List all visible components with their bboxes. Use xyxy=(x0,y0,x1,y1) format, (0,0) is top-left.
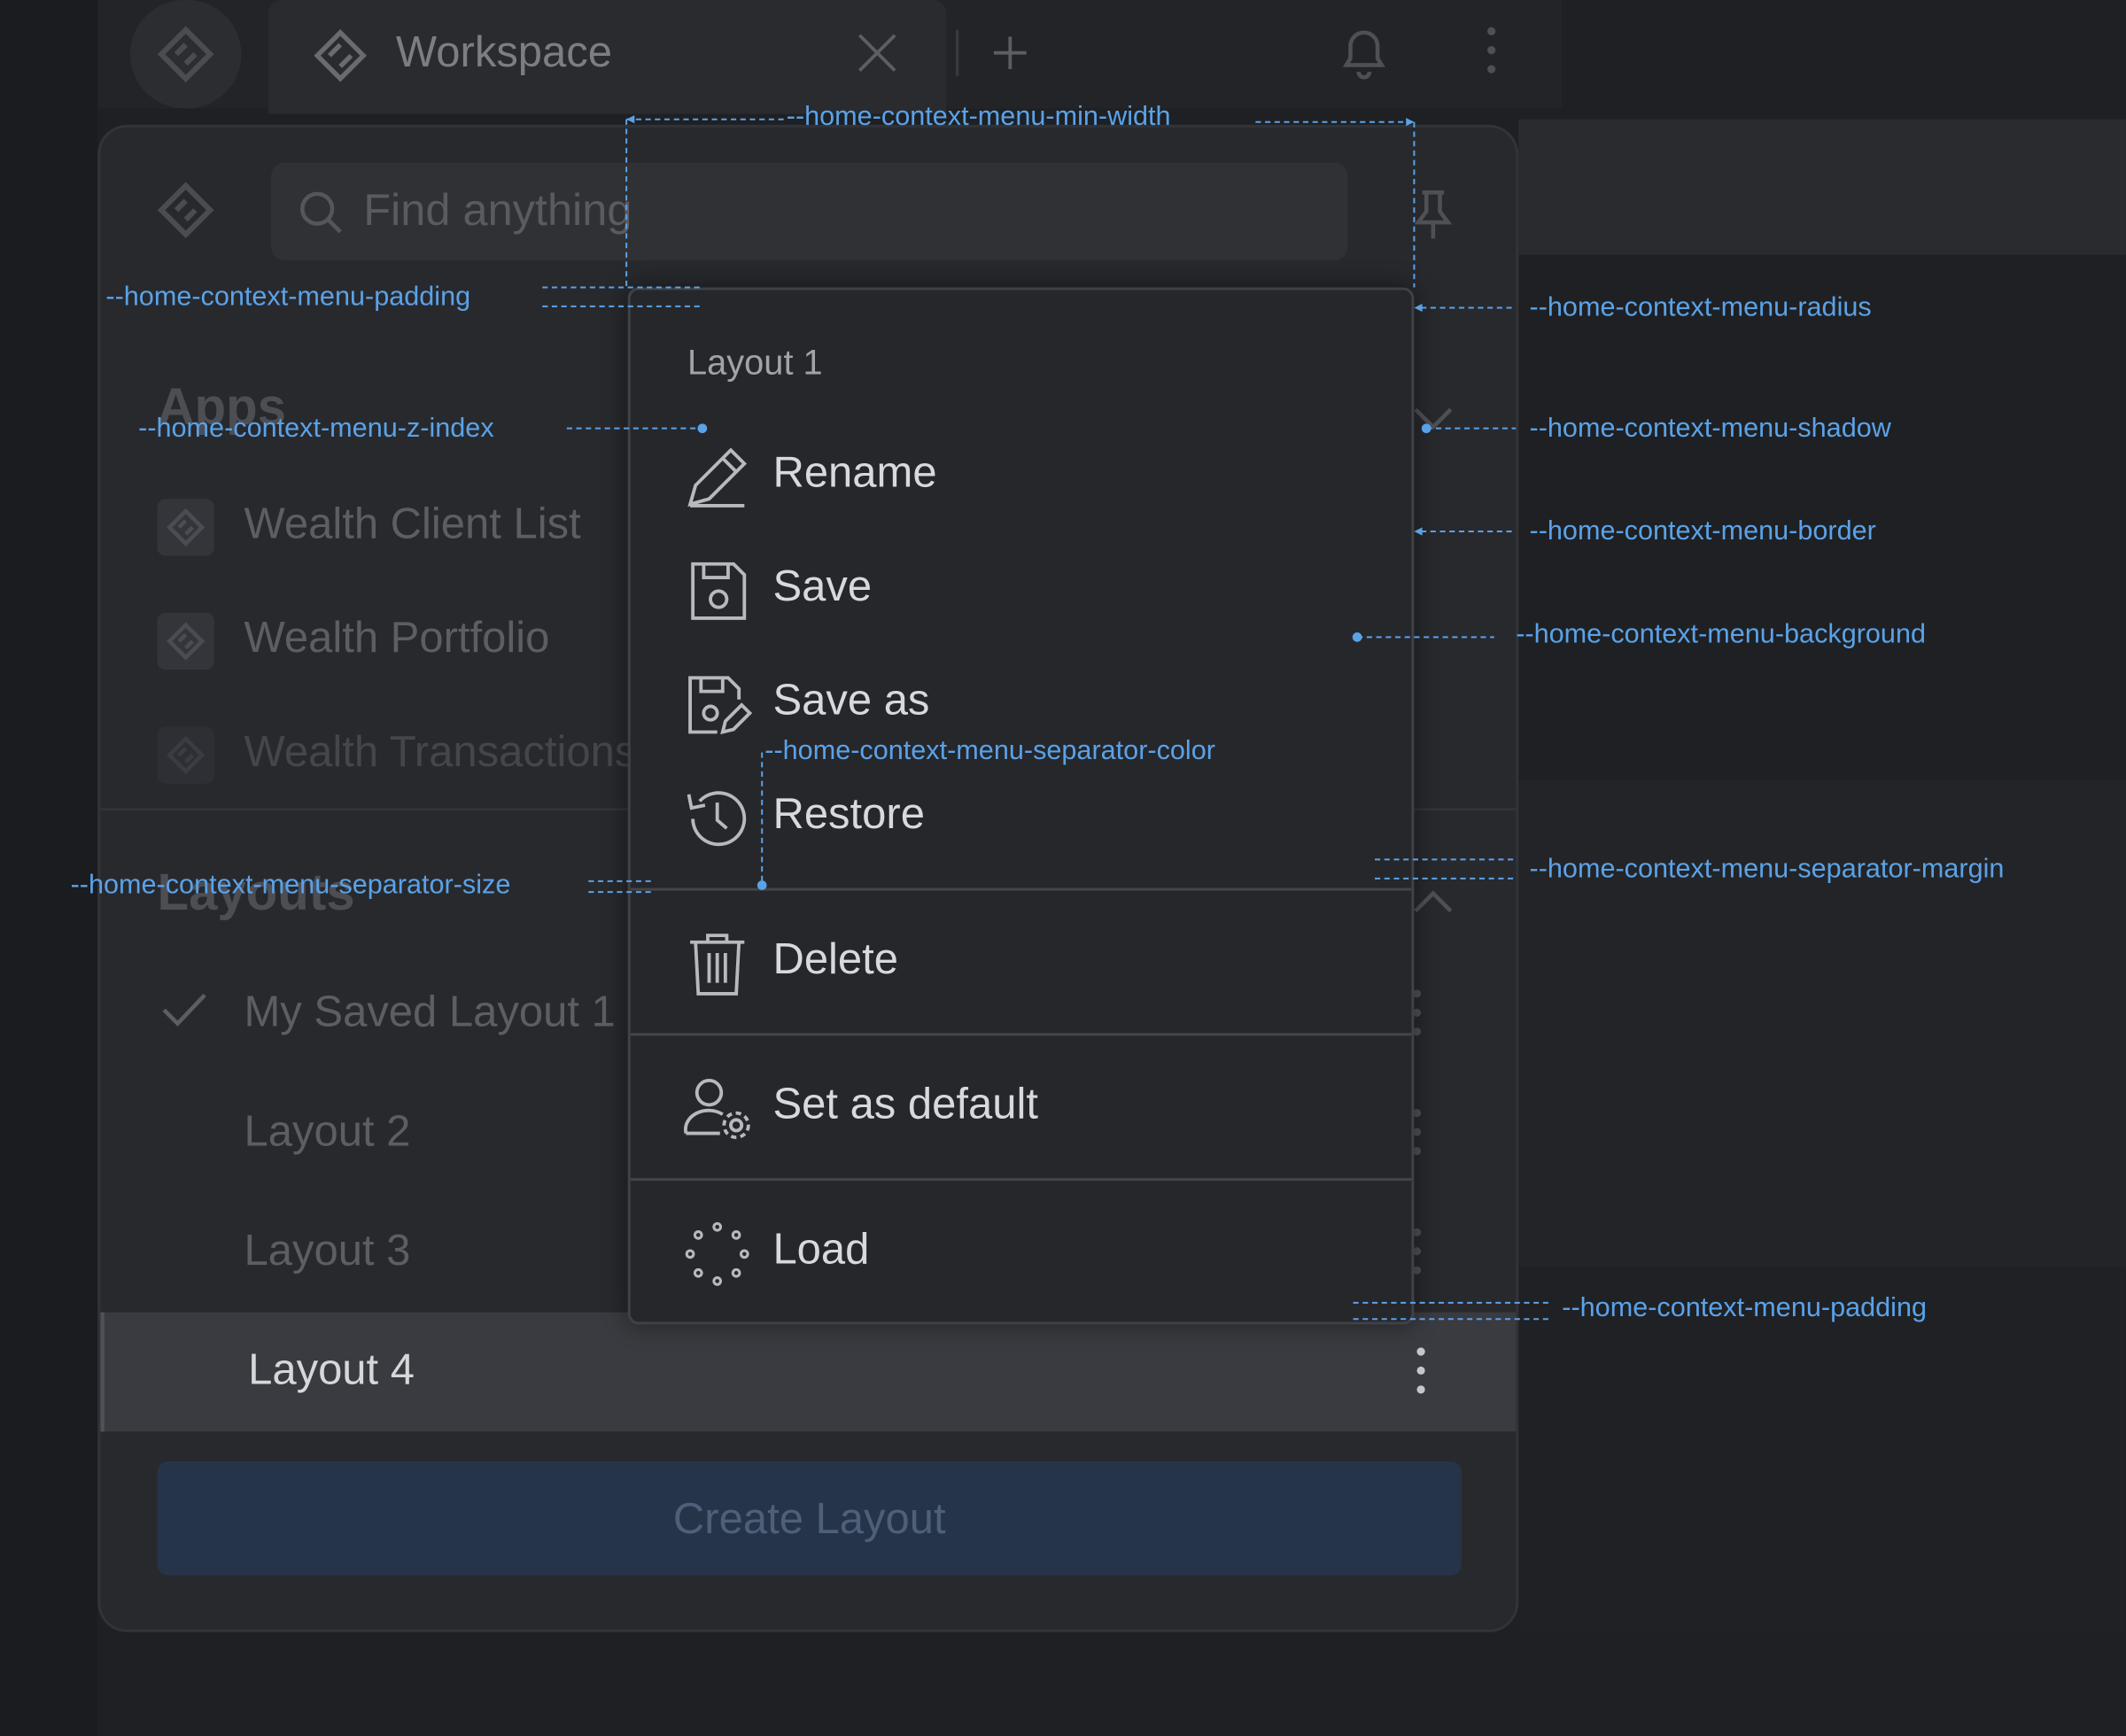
annotation-separator-color: --home-context-menu-separator-color xyxy=(764,736,1215,766)
annotation-padding: --home-context-menu-padding xyxy=(105,282,471,313)
annotation-padding: --home-context-menu-padding xyxy=(1562,1293,1928,1323)
annotation-shadow: --home-context-menu-shadow xyxy=(1529,413,1891,444)
annotation-radius: --home-context-menu-radius xyxy=(1529,292,1872,323)
annotation-min-width: --home-context-menu-min-width xyxy=(786,101,1171,132)
stage: Workspace Find anything Apps Wealth Clie… xyxy=(0,0,2126,1736)
annotation-z-index: --home-context-menu-z-index xyxy=(138,413,494,444)
annotation-border: --home-context-menu-border xyxy=(1529,516,1876,546)
annotation-separator-margin: --home-context-menu-separator-margin xyxy=(1529,854,2005,884)
annotation-background: --home-context-menu-background xyxy=(1516,619,1927,650)
annotation-separator-size: --home-context-menu-separator-size xyxy=(70,870,511,901)
